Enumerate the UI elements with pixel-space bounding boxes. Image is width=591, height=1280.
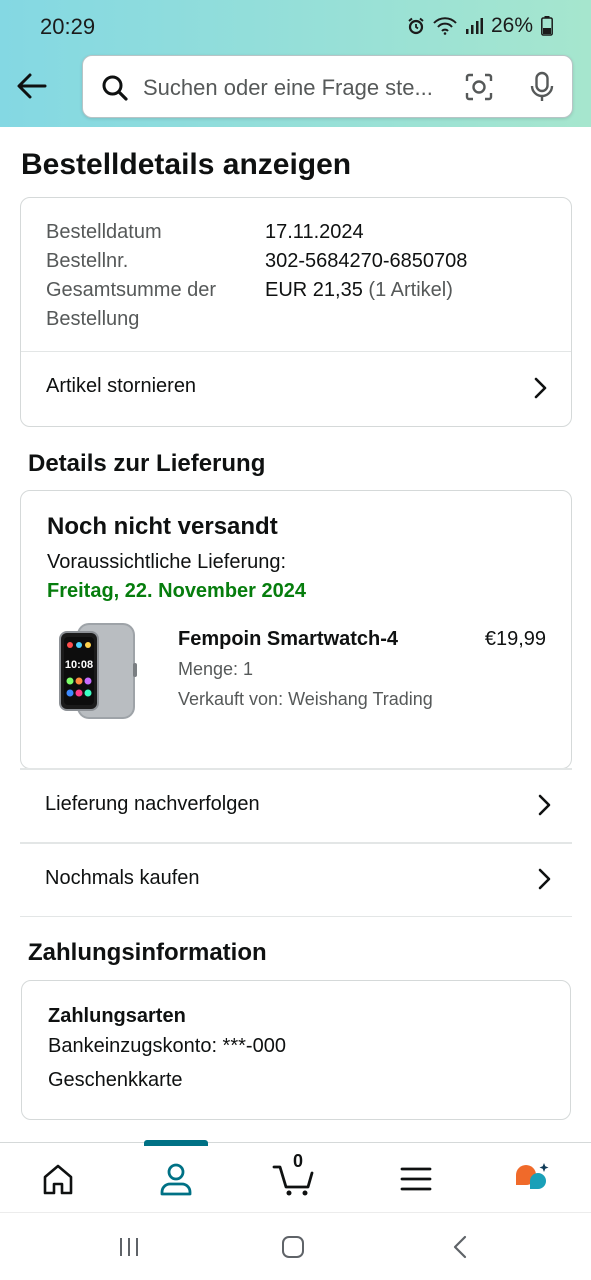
search-input[interactable]: Suchen oder eine Frage ste... [82,55,573,118]
search-placeholder: Suchen oder eine Frage ste... [143,75,433,100]
battery-percent: 26% [490,14,533,37]
status-bar: 20:29 26% [0,0,591,52]
user-icon [160,1163,192,1196]
arrow-left-icon [17,73,47,99]
product-image[interactable]: 10:08 [55,623,141,719]
payment-methods-title: Zahlungsarten [48,1005,186,1027]
order-number-value: 302-5684270-6850708 [265,250,468,272]
buy-again-row[interactable]: Nochmals kaufen [20,844,572,916]
bottom-navigation: 0 [0,1140,591,1212]
product-price: €19,99 [484,628,546,650]
order-total-value: EUR 21,35 [265,279,363,301]
buy-again-label: Nochmals kaufen [45,867,200,889]
payment-section-title: Zahlungsinformation [28,939,267,966]
nav-account[interactable] [156,1161,196,1197]
home-button-icon[interactable] [281,1235,305,1259]
shipment-status: Noch nicht versandt [47,513,278,540]
cancel-items-label: Artikel stornieren [46,375,197,397]
payment-card: Zahlungsarten Bankeinzugskonto: ***-000 … [21,980,571,1120]
product-name[interactable]: Fempoin Smartwatch-4 [178,628,398,651]
page-title: Bestelldetails anzeigen [21,148,352,181]
cart-count-badge: 0 [293,1151,304,1171]
wifi-icon [433,17,457,35]
order-total-label-line2: Bestellung [46,308,140,330]
order-date-label: Bestelldatum [46,221,162,243]
chevron-right-icon [538,868,551,890]
product-quantity: Menge: 1 [178,659,254,679]
nav-rufus-assistant[interactable] [512,1161,552,1197]
track-package-row[interactable]: Lieferung nachverfolgen [20,770,572,842]
cancel-items-row[interactable]: Artikel stornieren [21,352,571,426]
expected-delivery-date: Freitag, 22. November 2024 [47,580,307,602]
status-time: 20:29 [40,14,96,39]
nav-home[interactable] [38,1161,78,1197]
microphone-icon[interactable] [529,71,555,103]
chevron-right-icon [534,377,547,399]
chevron-right-icon [538,794,551,816]
status-icons: 26% [407,14,553,38]
battery-icon [541,16,553,36]
payment-method-giftcard: Geschenkkarte [48,1069,183,1091]
order-item-count: (1 Artikel) [368,279,453,301]
product-seller: Verkauft von: Weishang Trading [178,689,433,709]
delivery-section-title: Details zur Lieferung [28,450,266,477]
camera-scan-icon[interactable] [465,73,493,101]
order-number-label: Bestellnr. [46,250,129,272]
watch-time: 10:08 [65,659,93,671]
back-nav-icon[interactable] [449,1235,473,1259]
track-package-label: Lieferung nachverfolgen [45,793,260,815]
menu-icon [400,1167,432,1191]
expected-delivery-label: Voraussichtliche Lieferung: [47,551,287,573]
recent-apps-icon[interactable] [117,1235,141,1259]
signal-icon [465,18,483,34]
search-icon [102,75,128,101]
alarm-icon [408,17,424,35]
active-tab-indicator [144,1140,208,1146]
order-summary-card: Bestelldatum 17.11.2024 Bestellnr. 302-5… [20,197,572,427]
order-total-label: Gesamtsumme der [46,279,217,301]
home-icon [43,1164,73,1195]
back-button[interactable] [14,68,50,104]
order-total-value-group: EUR 21,35 (1 Artikel) [265,276,453,305]
shipment-card: Noch nicht versandt Voraussichtliche Lie… [20,490,572,769]
divider [20,916,572,917]
system-navigation-bar [0,1212,591,1280]
payment-method-bank: Bankeinzugskonto: ***-000 [48,1035,286,1057]
nav-menu[interactable] [396,1161,436,1197]
smartwatch-image: 10:08 [59,623,137,719]
app-header: 20:29 26% Suchen oder eine Frage ste... [0,0,591,127]
order-date-value: 17.11.2024 [265,221,364,243]
rufus-assistant-icon [516,1163,549,1189]
